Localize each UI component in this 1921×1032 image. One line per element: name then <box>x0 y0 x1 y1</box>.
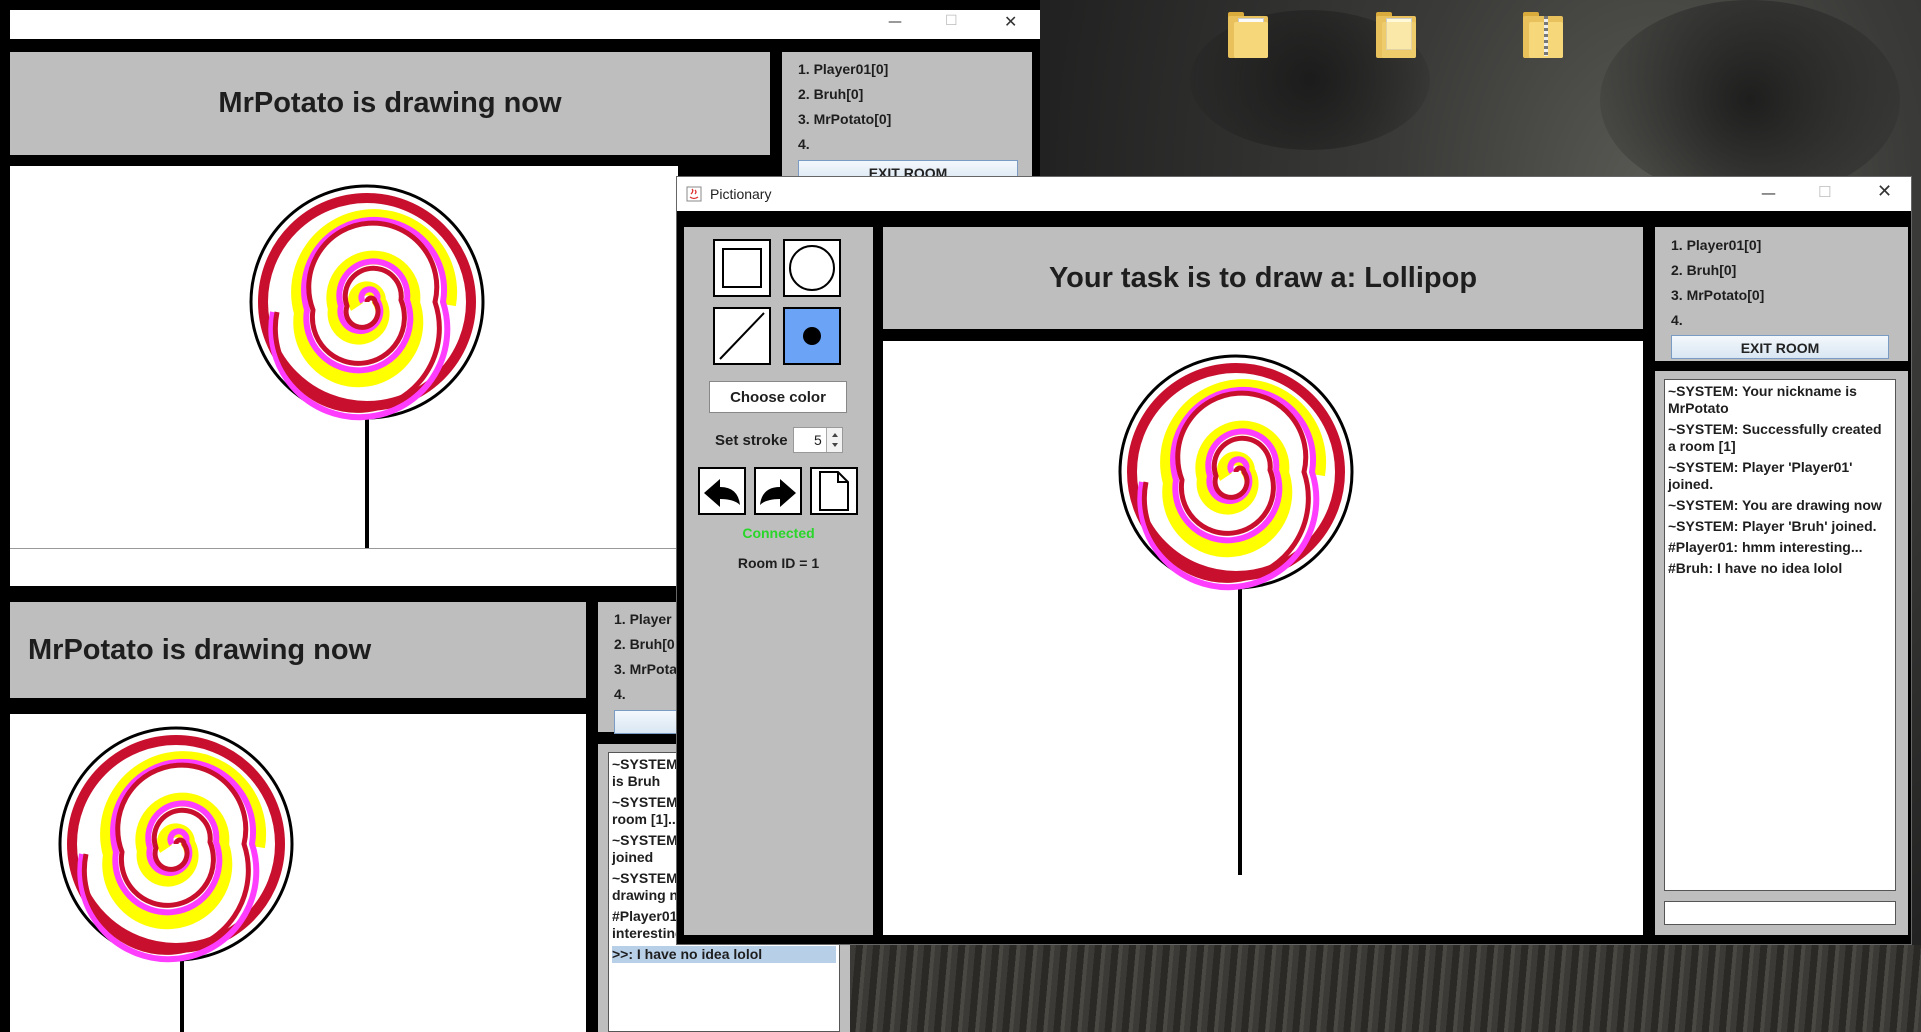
player-entry: 3. MrPotato[0] <box>1671 287 1765 303</box>
undo-button[interactable] <box>698 467 746 515</box>
chat-message: ~SYSTEM: Your nickname is MrPotato <box>1668 383 1857 416</box>
connection-status: Connected <box>742 525 815 541</box>
tree-foliage <box>1600 0 1900 200</box>
choose-color-button[interactable]: Choose color <box>709 381 847 413</box>
player-entry: 1. Player01[0] <box>798 61 889 77</box>
back-window-titlebar[interactable]: — ☐ ✕ <box>10 10 1040 39</box>
spinner-arrows[interactable] <box>826 428 842 452</box>
tool-panel: Choose color Set stroke 5 Connected Room… <box>684 227 873 935</box>
back-window-input[interactable] <box>10 548 678 586</box>
chat-panel: ~SYSTEM: Your nickname is MrPotato ~SYST… <box>1655 371 1908 935</box>
redo-icon <box>760 479 796 507</box>
lollipop-candy <box>249 184 485 421</box>
chat-message: ~SYSTEM: Player 'Bruh' joined. <box>1668 518 1877 534</box>
chat-log[interactable]: ~SYSTEM: Your nickname is MrPotato ~SYST… <box>1664 379 1896 891</box>
player-entry: 4. <box>1671 312 1683 328</box>
player-entry: 2. Bruh[0] <box>798 86 864 102</box>
chat-line-selected: >>: I have no idea lolol <box>612 946 836 963</box>
back-window-canvas[interactable] <box>10 166 678 586</box>
lollipop-candy <box>1118 354 1354 591</box>
maximize-icon[interactable]: ☐ <box>1818 183 1831 201</box>
oval-tool-button[interactable] <box>783 239 841 297</box>
line-icon <box>719 312 765 360</box>
folder-icon[interactable] <box>1376 12 1416 58</box>
stroke-value: 5 <box>814 432 822 448</box>
player-entry: 3. MrPotato[0] <box>798 111 892 127</box>
left-window-canvas[interactable] <box>10 714 586 1032</box>
clear-canvas-button[interactable] <box>810 467 858 515</box>
redo-button[interactable] <box>754 467 802 515</box>
maximize-icon[interactable]: ☐ <box>945 13 958 29</box>
desktop-ground <box>850 945 1921 1032</box>
rectangle-tool-button[interactable] <box>713 239 771 297</box>
player-list: 1. Player01[0] 2. Bruh[0] 3. MrPotato[0]… <box>1655 227 1908 361</box>
rectangle-icon <box>722 248 762 288</box>
minimize-icon[interactable]: — <box>1761 184 1776 202</box>
spinner-arrows-icon <box>832 433 838 447</box>
player-entry: 2. Bruh[0] <box>1671 262 1737 278</box>
close-icon[interactable]: ✕ <box>1004 12 1017 31</box>
chat-input[interactable] <box>1664 901 1896 925</box>
exit-room-button[interactable]: EXIT ROOM <box>1671 335 1889 359</box>
java-app-icon <box>686 186 702 202</box>
stroke-spinner[interactable]: 5 <box>793 427 843 453</box>
folder-icon[interactable] <box>1228 12 1268 58</box>
zip-folder-icon[interactable] <box>1523 12 1563 58</box>
chat-message: ~SYSTEM: Player 'Player01' joined. <box>1668 459 1853 492</box>
lollipop-drawing <box>1118 354 1354 875</box>
circle-icon <box>789 245 835 291</box>
window-title: Pictionary <box>710 186 772 202</box>
chat-message: #Bruh: I have no idea lolol <box>1668 560 1843 576</box>
minimize-icon[interactable]: — <box>888 14 902 30</box>
chat-message: ~SYSTEM: Successfully created a room [1] <box>1668 421 1882 454</box>
lollipop-candy <box>58 726 294 963</box>
new-page-icon <box>819 471 849 511</box>
line-tool-button[interactable] <box>713 307 771 365</box>
player-entry: 4. <box>798 136 810 152</box>
back-window-player-list: 1. Player01[0] 2. Bruh[0] 3. MrPotato[0]… <box>782 52 1032 184</box>
undo-icon <box>704 479 740 507</box>
drawing-canvas[interactable] <box>883 341 1643 935</box>
room-id: Room ID = 1 <box>737 555 820 571</box>
task-header: Your task is to draw a: Lollipop <box>883 227 1643 329</box>
chat-message: #Player01: hmm interesting... <box>1668 539 1863 555</box>
player-entry: 1. Player01[0] <box>1671 237 1762 253</box>
set-stroke-label: Set stroke <box>715 432 788 449</box>
dot-icon <box>803 327 821 345</box>
left-window-header: MrPotato is drawing now <box>10 602 586 698</box>
back-window-header: MrPotato is drawing now <box>10 52 770 155</box>
brush-tool-button[interactable] <box>783 307 841 365</box>
close-icon[interactable]: ✕ <box>1877 181 1892 202</box>
lollipop-drawing <box>58 726 294 1032</box>
chat-message: ~SYSTEM: You are drawing now <box>1668 497 1882 513</box>
pictionary-window[interactable]: Pictionary — ☐ ✕ Choose color Set stroke… <box>676 176 1912 945</box>
pictionary-titlebar[interactable]: Pictionary — ☐ ✕ <box>677 177 1911 211</box>
lollipop-drawing <box>249 184 485 550</box>
